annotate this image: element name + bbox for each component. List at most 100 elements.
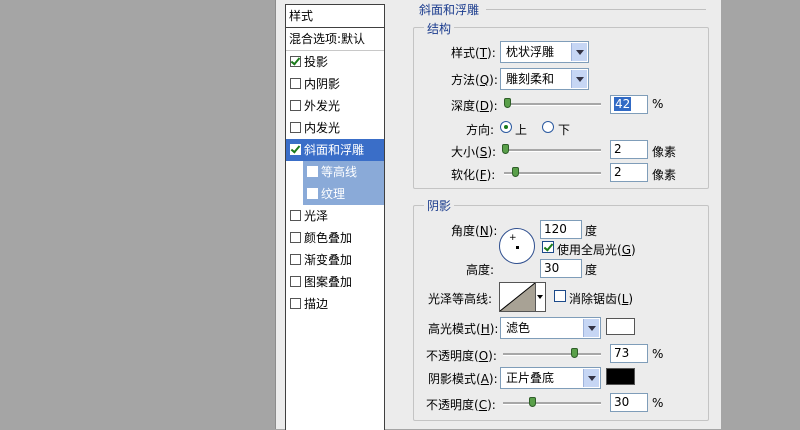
style-label: 样式(T): <box>451 46 496 60</box>
angle-input[interactable]: 120 <box>540 220 582 239</box>
direction-down-radio[interactable] <box>542 121 554 133</box>
angle-label: 角度(N): <box>451 224 498 238</box>
size-slider-track[interactable] <box>502 149 601 152</box>
technique-select[interactable]: 雕刻柔和 <box>500 68 589 90</box>
panel-title: 斜面和浮雕 <box>419 3 480 17</box>
global-light-label[interactable]: 使用全局光(G) <box>557 241 636 258</box>
outer-glow-checkbox[interactable] <box>290 100 301 111</box>
soften-slider-thumb[interactable] <box>512 167 519 177</box>
angle-unit: 度 <box>585 224 598 238</box>
style-item-gradient-overlay[interactable]: 渐变叠加 <box>286 249 384 271</box>
satin-checkbox[interactable] <box>290 210 301 221</box>
gloss-contour-dropdown[interactable] <box>536 282 546 312</box>
size-input[interactable]: 2 <box>610 140 648 159</box>
style-item-label: 斜面和浮雕 <box>304 143 365 157</box>
altitude-unit: 度 <box>585 263 598 277</box>
highlight-opacity-unit: % <box>652 347 664 361</box>
style-item-pattern-overlay[interactable]: 图案叠加 <box>286 271 384 293</box>
style-item-label: 描边 <box>304 297 329 311</box>
styles-header[interactable]: 样式 <box>286 5 384 28</box>
depth-input[interactable]: 42 <box>610 95 648 114</box>
highlight-color-swatch[interactable] <box>606 318 635 335</box>
gloss-contour-label: 光泽等高线: <box>428 292 493 306</box>
highlight-mode-value: 滤色 <box>506 321 531 335</box>
style-item-drop-shadow[interactable]: 投影 <box>286 51 384 73</box>
chevron-down-icon[interactable] <box>583 319 599 337</box>
texture-checkbox[interactable] <box>307 188 318 199</box>
highlight-opacity-label: 不透明度(O): <box>426 349 497 363</box>
shadow-opacity-unit: % <box>652 396 664 410</box>
drop-shadow-checkbox[interactable] <box>290 56 301 67</box>
style-item-stroke[interactable]: 描边 <box>286 293 384 315</box>
style-item-texture[interactable]: 纹理 <box>303 183 384 205</box>
direction-down-label[interactable]: 下 <box>558 121 570 138</box>
size-unit: 像素 <box>652 145 677 159</box>
soften-label: 软化(F): <box>451 168 496 182</box>
highlight-opacity-input[interactable]: 73 <box>610 344 648 363</box>
crosshair-icon: + <box>509 233 517 243</box>
shadow-opacity-label: 不透明度(C): <box>426 398 496 412</box>
direction-label: 方向: <box>466 123 495 137</box>
chevron-down-icon[interactable] <box>571 43 587 61</box>
altitude-input[interactable]: 30 <box>540 259 582 278</box>
shading-group-label: 阴影 <box>424 197 455 214</box>
chevron-down-icon[interactable] <box>571 70 587 88</box>
blending-options-item[interactable]: 混合选项:默认 <box>286 28 384 51</box>
style-item-label: 颜色叠加 <box>304 231 353 245</box>
style-item-label: 图案叠加 <box>304 275 353 289</box>
direction-up-radio[interactable] <box>500 121 512 133</box>
shadow-opacity-slider-track[interactable] <box>503 402 601 405</box>
shadow-opacity-slider-thumb[interactable] <box>529 397 536 407</box>
highlight-mode-select[interactable]: 滤色 <box>500 317 601 339</box>
highlight-opacity-slider-thumb[interactable] <box>571 348 578 358</box>
shadow-mode-value: 正片叠底 <box>506 371 555 385</box>
bevel-emboss-checkbox[interactable] <box>290 144 301 155</box>
style-item-inner-glow[interactable]: 内发光 <box>286 117 384 139</box>
color-overlay-checkbox[interactable] <box>290 232 301 243</box>
gloss-contour-preview[interactable] <box>499 282 536 312</box>
angle-dial[interactable]: + <box>499 228 535 264</box>
style-item-label: 外发光 <box>304 99 341 113</box>
technique-label: 方法(Q): <box>451 73 498 87</box>
shadow-mode-select[interactable]: 正片叠底 <box>500 367 601 389</box>
contour-curve-icon <box>500 283 535 311</box>
depth-slider-track[interactable] <box>504 103 601 106</box>
style-list: 样式 混合选项:默认 投影 内阴影 外发光 内发光 斜面和浮雕 等高线 纹理 光… <box>285 4 385 430</box>
style-item-contour[interactable]: 等高线 <box>303 161 384 183</box>
contour-checkbox[interactable] <box>307 166 318 177</box>
highlight-opacity-slider-track[interactable] <box>503 353 601 356</box>
chevron-down-icon[interactable] <box>583 369 599 387</box>
altitude-label: 高度: <box>466 263 495 277</box>
style-item-bevel-emboss[interactable]: 斜面和浮雕 <box>286 139 384 161</box>
style-item-label: 渐变叠加 <box>304 253 353 267</box>
structure-group-label: 结构 <box>424 20 455 37</box>
global-light-checkbox[interactable] <box>542 241 554 253</box>
layer-style-dialog: 样式 混合选项:默认 投影 内阴影 外发光 内发光 斜面和浮雕 等高线 纹理 光… <box>275 0 721 430</box>
title-divider <box>486 9 706 10</box>
style-item-inner-shadow[interactable]: 内阴影 <box>286 73 384 95</box>
shadow-color-swatch[interactable] <box>606 368 635 385</box>
anti-alias-label[interactable]: 消除锯齿(L) <box>569 290 633 307</box>
style-item-satin[interactable]: 光泽 <box>286 205 384 227</box>
depth-slider-thumb[interactable] <box>504 98 511 108</box>
bevel-style-select[interactable]: 枕状浮雕 <box>500 41 589 63</box>
shadow-mode-label: 阴影模式(A): <box>428 372 498 386</box>
inner-glow-checkbox[interactable] <box>290 122 301 133</box>
style-item-label: 光泽 <box>304 209 329 223</box>
inner-shadow-checkbox[interactable] <box>290 78 301 89</box>
style-item-color-overlay[interactable]: 颜色叠加 <box>286 227 384 249</box>
style-item-outer-glow[interactable]: 外发光 <box>286 95 384 117</box>
highlight-mode-label: 高光模式(H): <box>428 322 499 336</box>
pattern-overlay-checkbox[interactable] <box>290 276 301 287</box>
size-slider-thumb[interactable] <box>502 144 509 154</box>
stroke-checkbox[interactable] <box>290 298 301 309</box>
dial-center-dot <box>516 246 519 249</box>
gradient-overlay-checkbox[interactable] <box>290 254 301 265</box>
soften-input[interactable]: 2 <box>610 163 648 182</box>
style-item-label: 投影 <box>304 55 329 69</box>
direction-up-label[interactable]: 上 <box>515 121 527 138</box>
style-item-label: 内阴影 <box>304 77 341 91</box>
anti-alias-checkbox[interactable] <box>554 290 566 302</box>
depth-label: 深度(D): <box>451 99 498 113</box>
shadow-opacity-input[interactable]: 30 <box>610 393 648 412</box>
